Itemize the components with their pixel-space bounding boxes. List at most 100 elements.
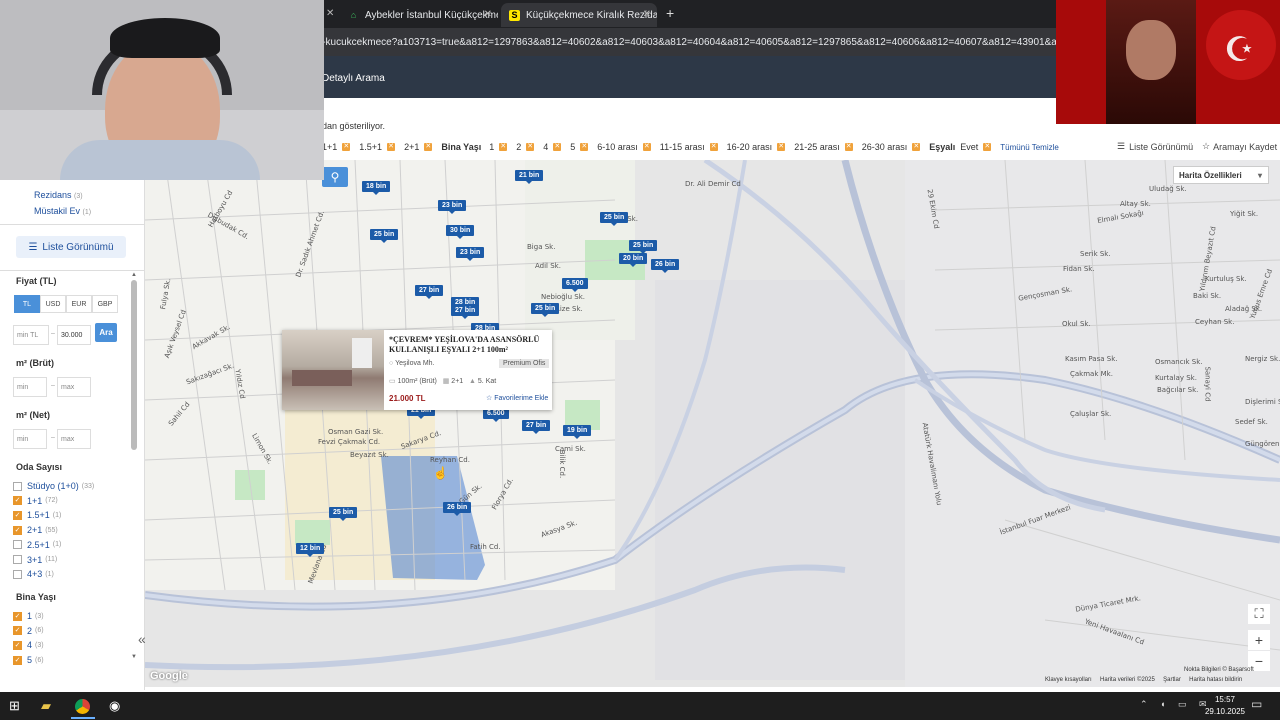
- age-option[interactable]: ✓ 2 (6): [13, 626, 44, 636]
- price-max-input[interactable]: 30.000: [57, 325, 91, 345]
- new-tab-button[interactable]: +: [666, 5, 674, 21]
- terms-link[interactable]: Şartlar: [1163, 677, 1181, 683]
- price-pin[interactable]: 25 bin: [629, 240, 658, 254]
- price-pin[interactable]: 25 bin: [531, 303, 560, 317]
- windows-start-icon[interactable]: ⊞: [9, 698, 20, 714]
- room-option[interactable]: ✓ 2+1 (55): [13, 525, 58, 535]
- m2-net-max[interactable]: max: [57, 429, 91, 449]
- room-option[interactable]: ✓ 1+1 (72): [13, 496, 58, 506]
- checkbox[interactable]: [13, 569, 22, 579]
- filter-chip[interactable]: 1.5+1 ✕: [359, 142, 396, 152]
- fullscreen-button[interactable]: ⛶: [1248, 604, 1270, 624]
- price-pin[interactable]: 27 bin: [451, 305, 480, 319]
- report-error-link[interactable]: Harita hatası bildirin: [1189, 677, 1242, 683]
- m2-net-min[interactable]: min: [13, 429, 47, 449]
- price-pin[interactable]: 25 bin: [600, 212, 629, 226]
- price-pin[interactable]: 6.500: [562, 278, 588, 292]
- filter-chip[interactable]: 2 ✕: [516, 142, 535, 152]
- currency-usd[interactable]: USD: [40, 295, 66, 313]
- price-pin[interactable]: 26 bin: [443, 502, 472, 516]
- keyboard-shortcuts-link[interactable]: Klavye kısayolları: [1045, 677, 1092, 683]
- listing-photo[interactable]: [282, 330, 384, 410]
- price-pin[interactable]: 20 bin: [619, 253, 648, 267]
- price-pin[interactable]: 27 bin: [415, 285, 444, 299]
- filter-chip[interactable]: 1+1 ✕: [322, 142, 351, 152]
- room-option[interactable]: 4+3 (1): [13, 569, 54, 579]
- currency-eur[interactable]: EUR: [66, 295, 92, 313]
- file-explorer-icon[interactable]: ▰: [41, 698, 51, 714]
- checkbox[interactable]: ✓: [13, 611, 22, 621]
- zoom-in-button[interactable]: +: [1248, 630, 1270, 650]
- type-link-rezidans[interactable]: Rezidans (3): [34, 190, 83, 200]
- price-pin[interactable]: 23 bin: [456, 247, 485, 261]
- map-view[interactable]: Dr. Ali Demir CdTecan Sk.Biga Sk.Adil Sk…: [145, 160, 1280, 687]
- detailed-search-link[interactable]: Detaylı Arama: [322, 73, 385, 84]
- sidebar-scrollbar[interactable]: [131, 280, 137, 450]
- notification-icon[interactable]: ▭: [1251, 697, 1262, 711]
- checkbox[interactable]: ✓: [13, 655, 22, 665]
- close-icon[interactable]: ✕: [643, 9, 651, 20]
- m2-brut-max[interactable]: max: [57, 377, 91, 397]
- checkbox[interactable]: ✓: [13, 626, 22, 636]
- age-option[interactable]: ✓ 1 (3): [13, 611, 44, 621]
- checkbox[interactable]: [13, 481, 22, 491]
- close-icon[interactable]: ✕: [326, 8, 334, 19]
- room-option[interactable]: 3+1 (11): [13, 555, 57, 565]
- filter-chip[interactable]: 2+1 ✕: [404, 142, 433, 152]
- filter-chip[interactable]: 5 ✕: [570, 142, 589, 152]
- filter-chip[interactable]: 21-25 arası ✕: [794, 142, 853, 152]
- filter-chip[interactable]: 6-10 arası ✕: [597, 142, 651, 152]
- currency-tl[interactable]: TL: [14, 295, 40, 313]
- price-pin[interactable]: 25 bin: [370, 229, 399, 243]
- filter-chip[interactable]: 16-20 arası ✕: [727, 142, 786, 152]
- price-pin[interactable]: 12 bin: [296, 543, 325, 557]
- map-search-button[interactable]: ⚲: [322, 167, 348, 187]
- add-favorite-link[interactable]: ☆ Favorilerime Ekle: [486, 394, 548, 402]
- map-options-dropdown[interactable]: Harita Özellikleri ▾: [1173, 166, 1269, 184]
- filter-chip[interactable]: 4 ✕: [543, 142, 562, 152]
- type-link-mustakil[interactable]: Müstakil Ev (1): [34, 206, 91, 216]
- price-pin[interactable]: 23 bin: [438, 200, 467, 214]
- list-view-link[interactable]: ☰ Liste Görünümü: [1117, 141, 1193, 152]
- price-pin[interactable]: 26 bin: [651, 259, 680, 273]
- clock-time[interactable]: 15:57: [1200, 695, 1250, 704]
- listing-title[interactable]: *ÇEVREM* YEŞİLOVA'DA ASANSÖRLÜ KULLANIŞL…: [389, 335, 549, 355]
- scroll-down-icon[interactable]: ▼: [131, 654, 137, 660]
- clear-all-link[interactable]: Tümünü Temizle: [1000, 143, 1059, 152]
- chrome-icon[interactable]: [75, 699, 90, 714]
- age-option[interactable]: ✓ 5 (6): [13, 655, 44, 665]
- room-option[interactable]: 2.5+1 (1): [13, 540, 61, 550]
- price-pin[interactable]: 18 bin: [362, 181, 391, 195]
- clock-date[interactable]: 29.10.2025: [1200, 707, 1250, 716]
- m2-brut-min[interactable]: min: [13, 377, 47, 397]
- price-pin[interactable]: 19 bin: [563, 425, 592, 439]
- room-option[interactable]: ✓ 1.5+1 (1): [13, 510, 61, 520]
- filter-chip[interactable]: 11-15 arası ✕: [660, 142, 718, 152]
- checkbox[interactable]: ✓: [13, 640, 22, 650]
- list-view-button[interactable]: ☰ Liste Görünümü: [16, 236, 126, 258]
- room-option[interactable]: Stüdyo (1+0) (33): [13, 481, 94, 491]
- price-pin[interactable]: 27 bin: [522, 420, 551, 434]
- filter-chip[interactable]: 1 ✕: [489, 142, 508, 152]
- filter-chip[interactable]: Evet ✕: [960, 142, 992, 152]
- price-pin[interactable]: 30 bin: [446, 225, 475, 239]
- age-option[interactable]: ✓ 4 (3): [13, 640, 44, 650]
- checkbox[interactable]: ✓: [13, 510, 22, 520]
- price-min-input[interactable]: min TL: [13, 325, 49, 345]
- checkbox[interactable]: [13, 540, 22, 550]
- filter-chip[interactable]: 26-30 arası ✕: [862, 142, 921, 152]
- price-go-button[interactable]: Ara: [95, 323, 117, 342]
- tab-aybekler[interactable]: ⌂ Aybekler İstanbul Küçükçekme ✕: [340, 3, 498, 27]
- close-icon[interactable]: ✕: [484, 9, 492, 20]
- checkbox[interactable]: ✓: [13, 496, 22, 506]
- checkbox[interactable]: ✓: [13, 525, 22, 535]
- price-pin[interactable]: 21 bin: [515, 170, 544, 184]
- scroll-up-icon[interactable]: ▲: [131, 272, 137, 278]
- currency-gbp[interactable]: GBP: [92, 295, 118, 313]
- listing-popup[interactable]: *ÇEVREM* YEŞİLOVA'DA ASANSÖRLÜ KULLANIŞL…: [282, 330, 552, 410]
- tab-kiralik-rezidans[interactable]: S Küçükçekmece Kiralık Rezidans ✕: [501, 3, 657, 27]
- save-search-link[interactable]: ☆ Aramayı Kaydet: [1202, 141, 1277, 152]
- price-pin[interactable]: 25 bin: [329, 507, 358, 521]
- app-icon[interactable]: ◉: [109, 698, 120, 714]
- checkbox[interactable]: [13, 555, 22, 564]
